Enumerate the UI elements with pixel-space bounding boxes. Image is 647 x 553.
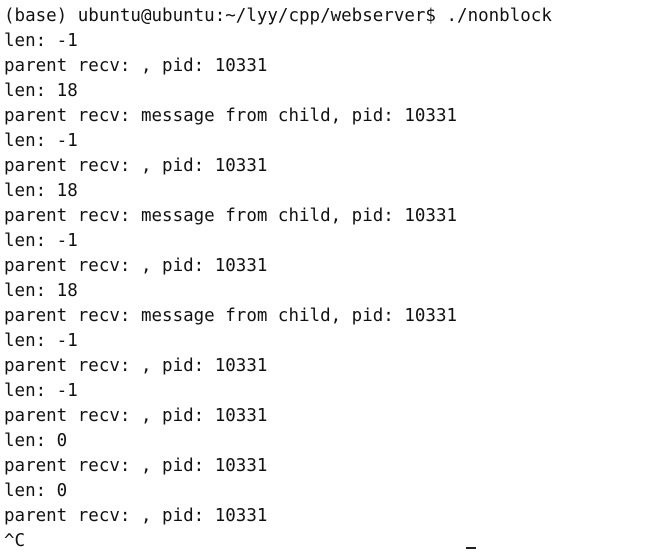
output-line: len: 18	[4, 281, 78, 301]
output-line: parent recv: , pid: 10331	[4, 156, 268, 176]
output-line: len: -1	[4, 31, 78, 51]
output-line: parent recv: message from child, pid: 10…	[4, 206, 458, 226]
terminal-output: (base) ubuntu@ubuntu:~/lyy/cpp/webserver…	[4, 4, 552, 553]
output-line: parent recv: , pid: 10331	[4, 56, 268, 76]
output-line: parent recv: message from child, pid: 10…	[4, 306, 458, 326]
output-line: len: 18	[4, 181, 78, 201]
output-line: len: -1	[4, 381, 78, 401]
output-line: parent recv: , pid: 10331	[4, 356, 268, 376]
output-line: len: -1	[4, 231, 78, 251]
text-cursor	[466, 547, 476, 549]
interrupt-line: ^C	[4, 531, 26, 551]
output-line: parent recv: , pid: 10331	[4, 456, 268, 476]
terminal-window[interactable]: (base) ubuntu@ubuntu:~/lyy/cpp/webserver…	[0, 0, 647, 553]
prompt-line: (base) ubuntu@ubuntu:~/lyy/cpp/webserver…	[4, 6, 552, 26]
output-line: len: 0	[4, 481, 68, 501]
output-line: parent recv: , pid: 10331	[4, 406, 268, 426]
output-line: parent recv: message from child, pid: 10…	[4, 106, 458, 126]
output-line: len: -1	[4, 331, 78, 351]
output-line: parent recv: , pid: 10331	[4, 256, 268, 276]
output-line: len: -1	[4, 131, 78, 151]
output-line: len: 18	[4, 81, 78, 101]
output-line: len: 0	[4, 431, 68, 451]
output-line: parent recv: , pid: 10331	[4, 506, 268, 526]
